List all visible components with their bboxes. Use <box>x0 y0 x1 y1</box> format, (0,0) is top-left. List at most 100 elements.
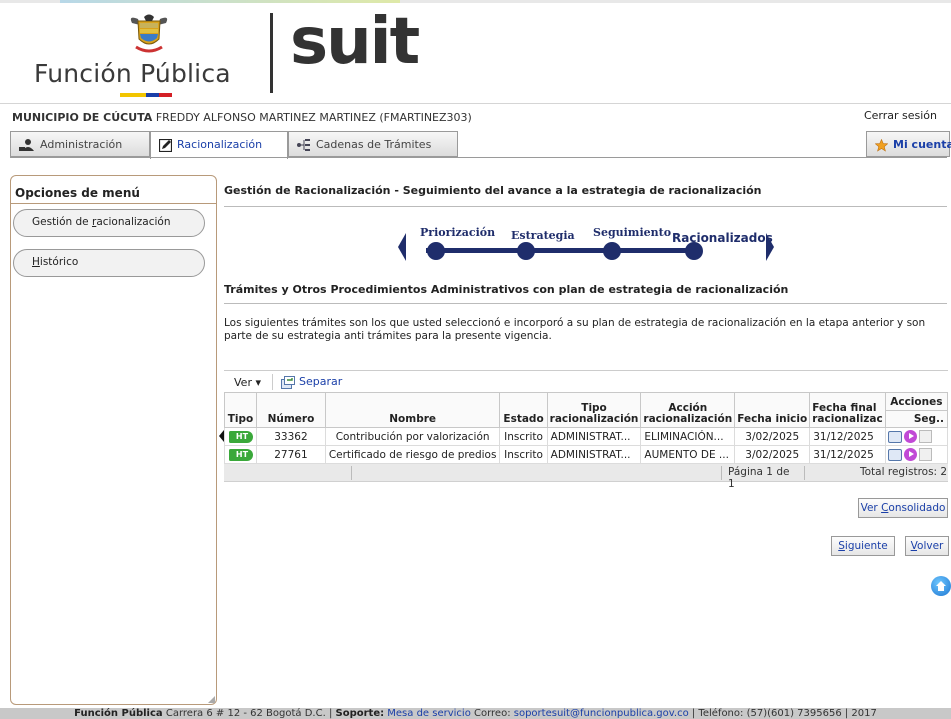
play-icon[interactable] <box>903 448 917 461</box>
home-icon[interactable] <box>931 576 951 596</box>
sidebar-item-historico[interactable]: Histórico <box>13 249 205 277</box>
user-admin-icon <box>19 139 34 151</box>
separar-button[interactable]: Separar <box>281 375 342 389</box>
mi-cuenta-button[interactable]: Mi cuenta <box>866 131 951 157</box>
siguiente-button[interactable]: Siguiente <box>831 536 895 556</box>
page-header: Función Pública suit <box>0 3 951 103</box>
sidebar-item-label-rest: istórico <box>39 256 79 268</box>
grid-pager: Página 1 de 1 Total registros: 2 <box>224 464 948 490</box>
edit-icon <box>159 138 172 152</box>
step-dot-2 <box>517 242 535 260</box>
tab-cadenas[interactable]: Cadenas de Trámites <box>288 131 458 157</box>
cell-fecha-final: 31/12/2025 <box>809 427 886 446</box>
cell-numero: 27761 <box>256 445 326 464</box>
sidebar-item-accesskey: H <box>32 256 40 268</box>
footer-email-label: Correo: <box>470 708 514 719</box>
ht-badge-icon: HT <box>228 449 253 461</box>
total-records: Total registros: 2 <box>860 466 948 478</box>
cell-nombre: Contribución por valorización <box>324 427 501 446</box>
funcion-publica-logo[interactable]: Función Pública <box>34 9 260 99</box>
page-title: Gestión de Racionalización - Seguimiento… <box>224 184 762 197</box>
page-indicator: Página 1 de 1 <box>728 466 790 490</box>
sidebar-item-label-rest: acionalización <box>96 216 171 228</box>
col-tipo-racionalizacion[interactable]: Tipo racionalización <box>546 392 642 428</box>
sidebar-item-label: Gestión de <box>32 216 92 228</box>
cell-numero: 33362 <box>256 427 326 446</box>
cell-nombre: Certificado de riesgo de predios <box>324 445 501 464</box>
cell-accion: AUMENTO DE ... <box>640 445 736 464</box>
sidebar-divider <box>11 203 216 204</box>
cell-tipo-racionalizacion: ADMINISTRAT... <box>546 427 642 446</box>
footer-phone: | Teléfono: (57)(601) 7395656 | 2017 <box>688 708 877 719</box>
section-title: Trámites y Otros Procedimientos Administ… <box>224 283 789 296</box>
cell-fecha-inicio: 3/02/2025 <box>734 445 811 464</box>
sidebar-title: Opciones de menú <box>15 186 140 200</box>
sidebar: Opciones de menú Gestión de racionalizac… <box>10 175 217 705</box>
col-fecha-inicio[interactable]: Fecha inicio <box>734 392 811 428</box>
col-acciones[interactable]: Acciones Seg.. <box>884 392 949 428</box>
col-label: Acciones <box>886 394 947 411</box>
col-tipo[interactable]: Tipo <box>223 392 258 428</box>
step-estrategia[interactable]: Estrategia <box>511 229 575 242</box>
grid-toolbar: Ver ▾ Separar <box>224 370 948 392</box>
step-dot-1 <box>427 242 445 260</box>
progress-stepper: Priorización Estrategia Seguimiento Raci… <box>394 211 784 266</box>
star-icon <box>875 138 888 152</box>
step-seguimiento[interactable]: Seguimiento <box>593 226 671 239</box>
detail-icon[interactable] <box>887 448 902 461</box>
col-label: racionalización <box>549 413 639 425</box>
table-row[interactable]: HT 27761 Certificado de riesgo de predio… <box>223 445 949 464</box>
col-accion-racionalizacion[interactable]: Acción racionalización <box>640 392 736 428</box>
col-estado[interactable]: Estado <box>499 392 548 428</box>
section-divider <box>224 303 947 304</box>
step-racionalizados[interactable]: Racionalizados <box>672 231 773 245</box>
col-fecha-final[interactable]: Fecha final racionalizac <box>809 392 886 428</box>
checkbox-icon[interactable] <box>918 448 932 461</box>
collapse-arrow-icon[interactable] <box>219 430 224 442</box>
col-nombre[interactable]: Nombre <box>324 392 501 428</box>
col-label: racionalización <box>643 413 733 425</box>
detail-icon[interactable] <box>887 430 902 443</box>
logout-link[interactable]: Cerrar sesión <box>864 109 937 122</box>
sidebar-item-gestion-racionalizacion[interactable]: Gestión de racionalización <box>13 209 205 237</box>
tramites-table: Tipo Número Nombre Estado Tipo racionaliz… <box>223 392 949 464</box>
play-icon[interactable] <box>903 430 917 443</box>
pager-divider <box>721 466 722 480</box>
cell-accion: ELIMINACIÓN... <box>640 427 736 446</box>
volver-button[interactable]: Volver <box>905 536 949 556</box>
resize-grip[interactable] <box>208 696 215 703</box>
tab-label: Administración <box>40 138 123 151</box>
separate-window-icon <box>281 375 295 389</box>
mi-cuenta-label: Mi cuenta <box>893 138 951 151</box>
brand-text: Función Pública <box>34 59 231 88</box>
suit-logo[interactable]: suit <box>290 5 420 79</box>
step-priorizacion[interactable]: Priorización <box>420 226 495 239</box>
tab-racionalizacion[interactable]: Racionalización <box>150 131 288 159</box>
tab-administracion[interactable]: Administración <box>10 131 150 157</box>
ver-menu-button[interactable]: Ver ▾ <box>234 376 261 389</box>
col-numero[interactable]: Número <box>256 392 326 428</box>
pager-divider <box>804 466 805 480</box>
btn-accesskey: S <box>838 540 845 552</box>
separar-label: Separar <box>299 375 343 388</box>
logo-divider <box>270 13 273 93</box>
table-header-row: Tipo Número Nombre Estado Tipo racionaliz… <box>223 392 949 428</box>
footer-email-link[interactable]: soportesuit@funcionpublica.gov.co <box>514 708 689 719</box>
col-label: Seg.. <box>913 413 944 425</box>
title-divider <box>224 206 947 207</box>
footer-brand: Función Pública <box>74 708 163 719</box>
flag-bar <box>120 93 172 97</box>
user-bar: MUNICIPIO DE CÚCUTA FREDDY ALFONSO MARTI… <box>0 103 951 127</box>
btn-label-rest: iguiente <box>844 540 888 552</box>
tab-label: Racionalización <box>177 138 263 151</box>
col-label: racionalizac <box>812 413 883 425</box>
stepper-prev-arrow <box>398 233 406 261</box>
ver-consolidado-button[interactable]: Ver Consolidado <box>858 498 948 518</box>
page-footer: Función Pública Carrera 6 # 12 - 62 Bogo… <box>0 708 951 719</box>
footer-support-link[interactable]: Mesa de servicio <box>384 708 471 719</box>
pager-divider <box>351 466 352 480</box>
toolbar-separator <box>272 374 273 390</box>
checkbox-icon[interactable] <box>918 430 932 443</box>
table-row[interactable]: HT 33362 Contribución por valorización I… <box>223 427 949 446</box>
section-description: Los siguientes trámites son los que uste… <box>224 317 926 342</box>
